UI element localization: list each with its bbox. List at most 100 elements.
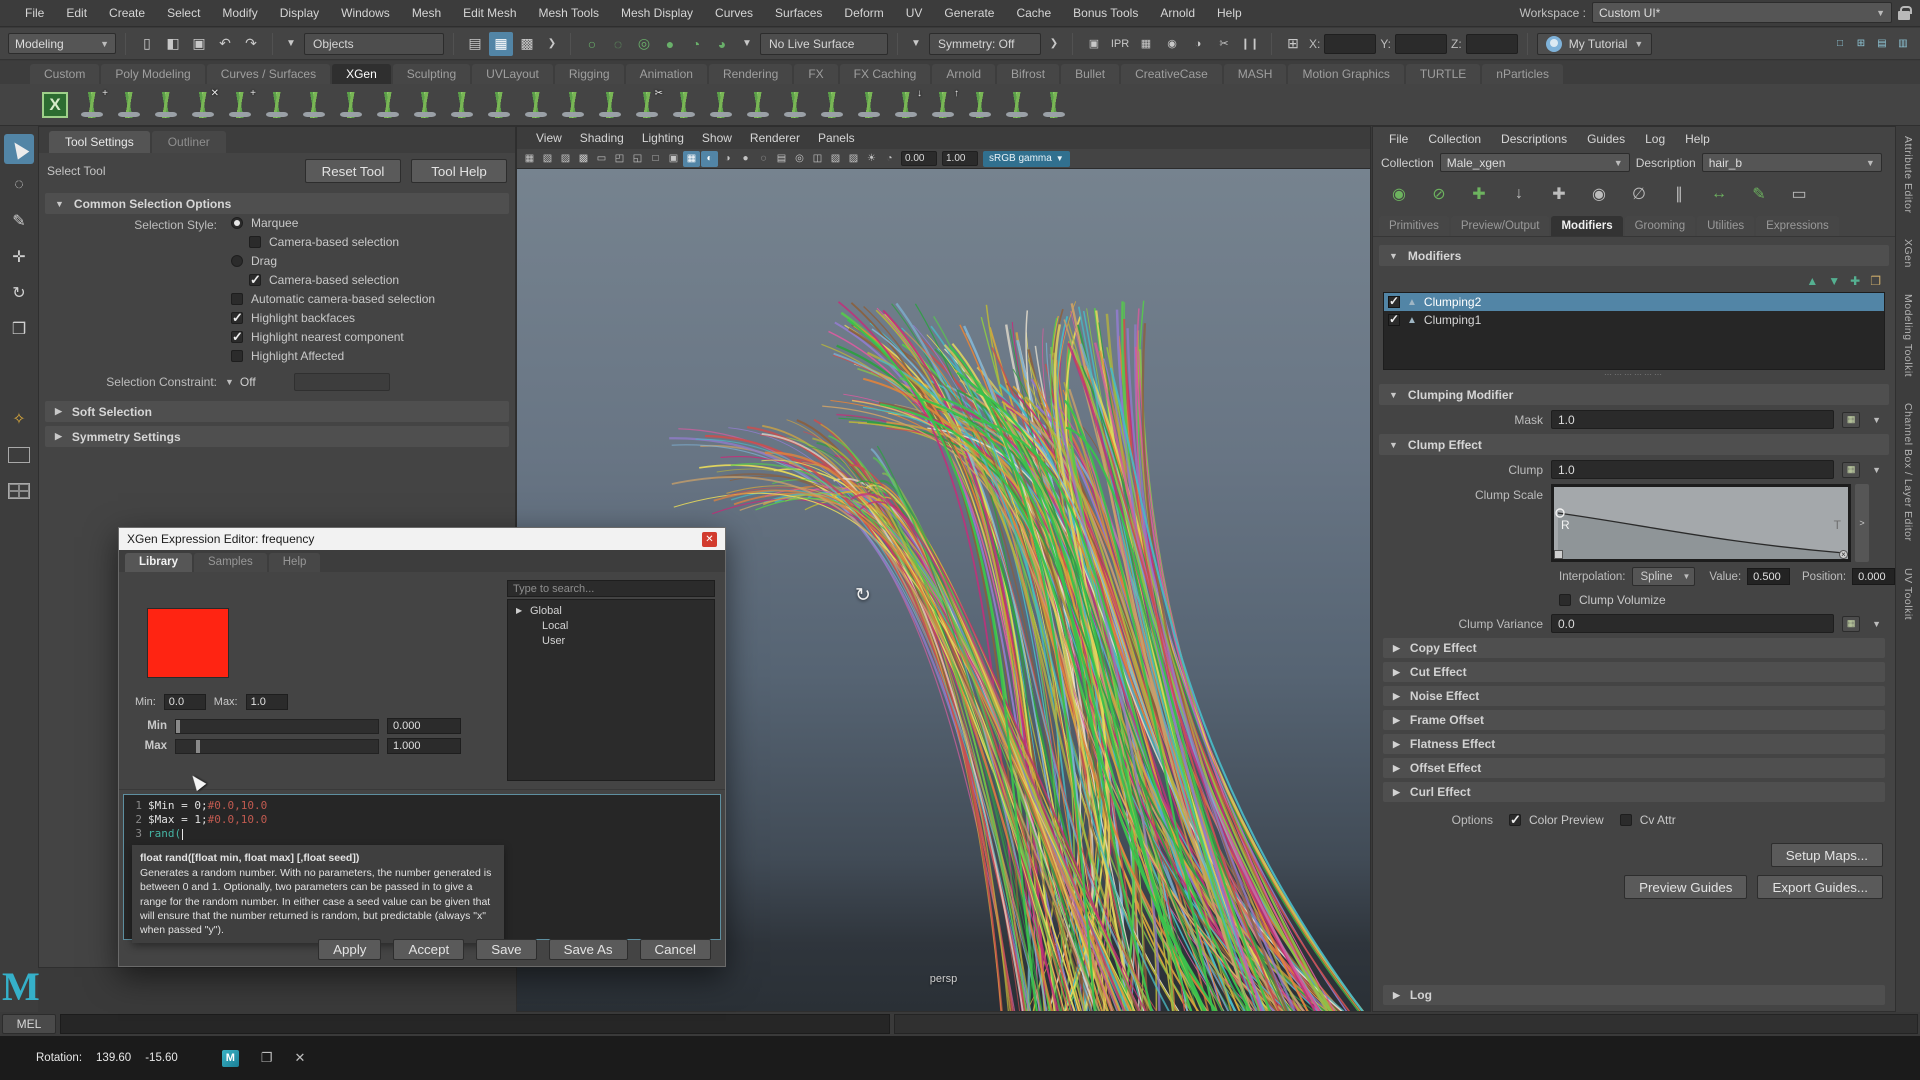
option-row[interactable]: Highlight backfaces [231,308,515,327]
checkbox-icon[interactable] [249,236,261,248]
undo-icon[interactable]: ↶ [213,32,237,56]
position-field[interactable]: 0.000 [1852,568,1895,585]
close-icon[interactable]: ✕ [702,532,717,547]
ipr-render-icon[interactable]: IPR [1108,32,1132,56]
xgen-menu-item[interactable]: Descriptions [1491,127,1577,151]
collection-dropdown[interactable]: Male_xgen ▼ [1440,153,1630,172]
snap-curve-icon[interactable]: ◌ [606,32,630,56]
menu-set-dropdown[interactable]: Modeling ▼ [8,33,116,54]
xgen-menu-item[interactable]: Help [1675,127,1720,151]
xgen-menu-item[interactable]: File [1379,127,1418,151]
chevron-down-icon[interactable]: ▼ [907,32,925,56]
section-log[interactable]: ▶ Log [1383,985,1885,1005]
textured-icon[interactable]: ▦ [683,151,700,167]
exposure-field[interactable]: 0.00 [901,151,937,166]
shelf-tab[interactable]: Curves / Surfaces [207,64,330,84]
shelf-tab[interactable]: FX [794,64,837,84]
oscillate-icon[interactable]: ◱ [629,151,646,167]
move-up-icon[interactable]: ▲ [1806,274,1818,288]
panel-tab[interactable]: Tool Settings [49,131,150,153]
expression-icon[interactable]: ▦ [1842,616,1860,632]
clump-scale-ramp[interactable]: R T × [1551,484,1851,562]
expression-color-swatch[interactable] [147,608,229,678]
collapsed-section-header[interactable]: ▶ Frame Offset [1383,710,1885,730]
rotate-tool[interactable]: ↻ [4,278,34,308]
snap-view-icon[interactable]: ◕ [710,32,734,56]
menu-item[interactable]: Curves [704,0,764,27]
shelf-tab[interactable]: Bullet [1061,64,1119,84]
shelf-tab[interactable]: Custom [30,64,99,84]
cv-attr-option[interactable]: Cv Attr [1620,810,1676,829]
render-icon[interactable]: ▣ [1082,32,1106,56]
shelf-tab[interactable]: TURTLE [1406,64,1480,84]
xgen-tab[interactable]: Preview/Output [1451,216,1550,236]
menu-item[interactable]: Display [269,0,330,27]
ramp-start-handle[interactable]: R [1561,518,1570,532]
workspace-grid-icon[interactable]: ⊞ [1852,32,1870,56]
add-modifier-icon[interactable]: ✚ [1850,274,1860,288]
part-brush-icon[interactable] [778,88,812,122]
cut-brush-icon[interactable]: ✂ [630,88,664,122]
constraint-field[interactable] [294,373,390,391]
xgen-tab[interactable]: Expressions [1756,216,1839,236]
min-field[interactable]: 0.0 [164,694,206,710]
checkbox-icon[interactable] [1620,814,1632,826]
dialog-titlebar[interactable]: XGen Expression Editor: frequency ✕ [119,528,725,550]
export-guides-button[interactable]: Export Guides... [1757,875,1883,899]
search-input[interactable] [507,580,715,597]
exposure-icon[interactable]: ☀ [863,151,880,167]
shelf-tab[interactable]: Arnold [932,64,995,84]
guide-sculpt-icon[interactable] [334,88,368,122]
width-brush-icon[interactable] [519,88,553,122]
checkbox-icon[interactable] [1388,296,1400,308]
dialog-button[interactable]: Apply [318,939,381,960]
z-input[interactable] [1466,34,1518,54]
snap-plane-icon[interactable]: ● [658,32,682,56]
shelf-tab[interactable]: Rendering [709,64,792,84]
lock-camera-icon[interactable]: ▧ [539,151,556,167]
checkbox-icon[interactable] [231,255,243,267]
snap-point-icon[interactable]: ◎ [632,32,656,56]
shelf-tab[interactable]: nParticles [1482,64,1563,84]
dock-tab[interactable]: UV Toolkit [1902,568,1914,620]
dock-tab[interactable]: Modeling Toolkit [1902,294,1914,377]
checkbox-icon[interactable] [231,350,243,362]
xgen-menu-item[interactable]: Collection [1418,127,1491,151]
option-row[interactable]: Highlight Affected [231,346,515,365]
xgen-sculpt-tool[interactable]: ✧ [4,404,34,434]
guide-width-icon[interactable]: ↔ [1703,180,1735,208]
dialog-button[interactable]: Accept [393,939,464,960]
slider-handle[interactable] [196,740,200,753]
gamma-field[interactable]: 1.00 [942,151,978,166]
rebuild-guide-icon[interactable] [371,88,405,122]
selection-constraint-dropdown[interactable]: ▼ Off [225,375,256,389]
chevron-down-icon[interactable]: ▼ [1868,465,1885,475]
menu-item[interactable]: Modify [211,0,268,27]
max-field[interactable]: 1.0 [246,694,288,710]
collapsed-section-header[interactable]: ▶ Noise Effect [1383,686,1885,706]
render-settings-icon[interactable]: ▦ [1134,32,1158,56]
shelf-tab[interactable]: Sculpting [393,64,470,84]
y-input[interactable] [1395,34,1447,54]
setup-maps-button[interactable]: Setup Maps... [1771,843,1883,867]
reset-tool-button[interactable]: Reset Tool [305,159,401,183]
shelf-tab[interactable]: MASH [1224,64,1287,84]
menu-item[interactable]: Cache [1005,0,1062,27]
move-down-icon[interactable]: ▼ [1828,274,1840,288]
tree-item[interactable]: ▶ User [508,633,714,648]
selection-mask-dropdown[interactable]: Objects [304,33,444,55]
menu-item[interactable]: Bonus Tools [1062,0,1149,27]
menu-item[interactable]: Edit [55,0,98,27]
select-brush-icon[interactable] [852,88,886,122]
xgen-tab[interactable]: Grooming [1625,216,1696,236]
view-transform-dropdown[interactable]: sRGB gamma ▼ [983,151,1070,167]
shelf-tab[interactable]: CreativeCase [1121,64,1222,84]
dock-tab[interactable]: XGen [1902,239,1914,268]
xgen-menu-item[interactable]: Guides [1577,127,1635,151]
dock-tab[interactable]: Channel Box / Layer Editor [1902,403,1914,542]
absolute-transform-icon[interactable]: ⊞ [1281,32,1305,56]
clump-field[interactable]: 1.0 [1551,460,1834,479]
select-component-icon[interactable]: ▩ [515,32,539,56]
convert-interactive-icon[interactable] [963,88,997,122]
section-common-selection-options[interactable]: ▼ Common Selection Options [45,193,509,214]
